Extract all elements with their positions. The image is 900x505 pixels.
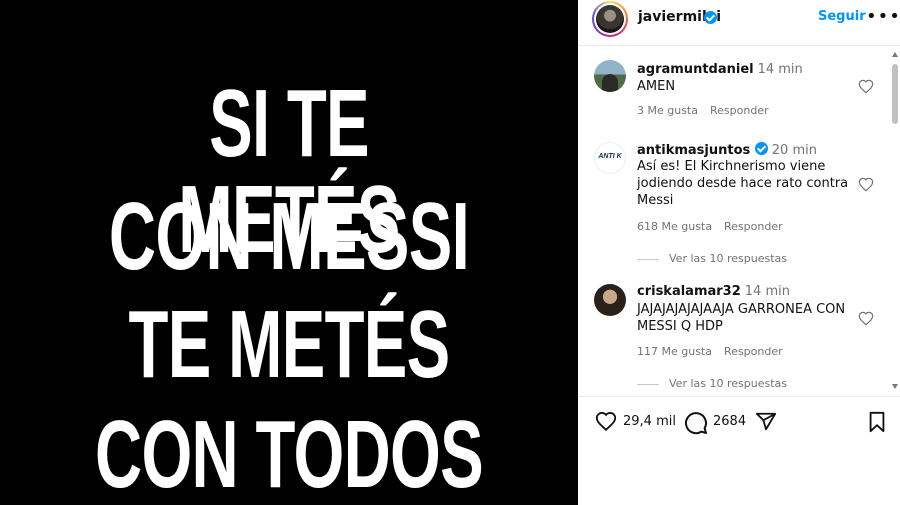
- heart-icon[interactable]: [858, 177, 874, 193]
- send-icon[interactable]: [754, 411, 778, 433]
- comment-likes[interactable]: 3 Me gusta: [637, 104, 698, 117]
- comment-icon[interactable]: [684, 411, 708, 435]
- comment-timestamp[interactable]: 14 min: [745, 284, 790, 299]
- comment-text: Así es! El Kirchnerismo viene jodiendo d…: [637, 159, 849, 208]
- comment-count[interactable]: 2684: [713, 414, 746, 429]
- post-image: SI TE METÉS CON MESSI TE METÉS CON TODOS: [0, 0, 578, 505]
- post-image-line: TE METÉS: [128, 291, 450, 398]
- reply-button[interactable]: Responder: [724, 220, 783, 233]
- scroll-down-icon[interactable]: [892, 384, 898, 389]
- reply-button[interactable]: Responder: [710, 104, 769, 117]
- bookmark-icon[interactable]: [866, 411, 888, 433]
- comment-username[interactable]: agramuntdaniel: [637, 62, 754, 77]
- like-count[interactable]: 29,4 mil: [623, 414, 676, 429]
- verified-badge-icon: [754, 142, 768, 155]
- comments-scrollbar[interactable]: [889, 48, 900, 395]
- comment-likes[interactable]: 117 Me gusta: [637, 345, 712, 358]
- commenter-avatar[interactable]: ANTI K: [594, 142, 626, 174]
- post-image-line: CON MESSI: [108, 183, 470, 290]
- heart-icon[interactable]: [594, 411, 618, 433]
- scroll-up-icon[interactable]: [892, 52, 898, 57]
- comment-text: AMEN: [637, 79, 676, 94]
- heart-icon[interactable]: [858, 79, 874, 95]
- author-avatar[interactable]: [592, 1, 628, 37]
- heart-icon[interactable]: [858, 311, 874, 327]
- post-image-line: CON TODOS: [94, 401, 484, 505]
- scrollbar-thumb[interactable]: [892, 64, 898, 124]
- commenter-avatar[interactable]: [594, 284, 626, 316]
- comment-likes[interactable]: 618 Me gusta: [637, 220, 712, 233]
- avatar-logo-text: ANTI K: [598, 153, 622, 160]
- commenter-avatar[interactable]: [594, 60, 626, 92]
- post-actions: 29,4 mil 2684: [578, 396, 900, 448]
- comment-username[interactable]: antikmasjuntos: [637, 143, 750, 158]
- more-options-icon[interactable]: •••: [866, 6, 900, 27]
- comment-text: JAJAJAJAJAJAAJA GARRONEA CON MESSI Q HDP: [637, 302, 846, 334]
- follow-button[interactable]: Seguir: [818, 9, 866, 24]
- comment-username[interactable]: criskalamar32: [637, 284, 741, 299]
- comment-timestamp[interactable]: 20 min: [772, 143, 817, 158]
- comments-panel: javiermilei Seguir ••• agramuntdaniel 14 …: [578, 0, 900, 505]
- comment-timestamp[interactable]: 14 min: [758, 62, 803, 77]
- post-header: javiermilei Seguir •••: [578, 0, 900, 46]
- verified-badge-icon: [704, 11, 717, 24]
- view-replies-button[interactable]: Ver las 10 respuestas: [637, 377, 787, 390]
- reply-button[interactable]: Responder: [724, 345, 783, 358]
- view-replies-button[interactable]: Ver las 10 respuestas: [637, 252, 787, 265]
